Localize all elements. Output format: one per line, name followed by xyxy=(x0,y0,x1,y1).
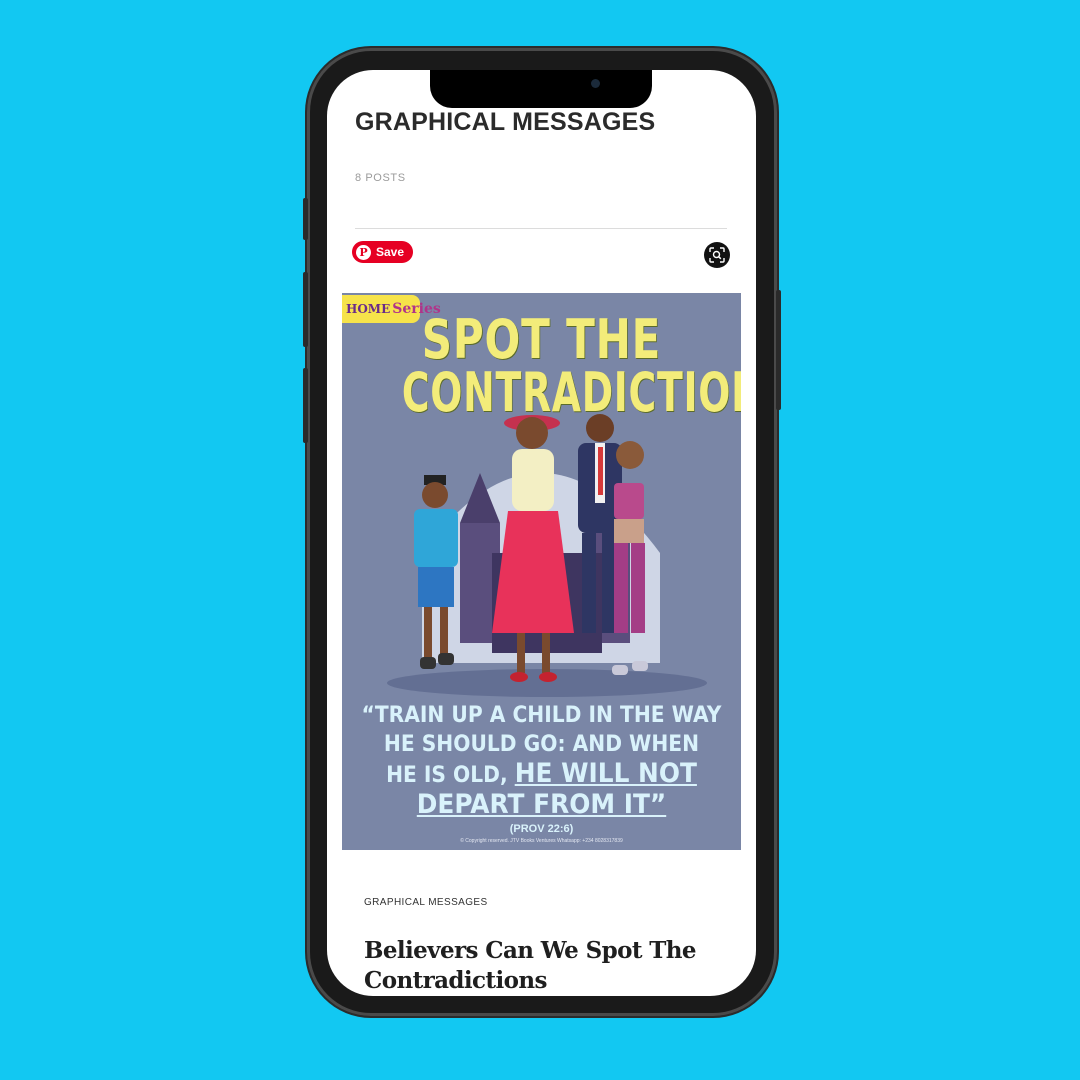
pinterest-icon: P xyxy=(356,244,371,260)
bible-reference: (PROV 22:6) xyxy=(509,823,574,835)
quote-line2: HE SHOULD GO: AND WHEN xyxy=(383,732,700,757)
quote-line4: DEPART FROM IT” xyxy=(416,789,667,820)
notch xyxy=(430,70,652,108)
post-image-poster[interactable]: HOME Series SPOT THE CONTRADICTIONS xyxy=(342,293,741,850)
poster-copyright: © Copyright reserved. JTV Books Ventures… xyxy=(460,838,623,844)
quote-line1: “TRAIN UP A CHILD IN THE WAY xyxy=(361,703,722,728)
save-label: Save xyxy=(376,245,405,259)
power-button xyxy=(776,290,781,410)
page-title: GRAPHICAL MESSAGES xyxy=(355,108,656,136)
mute-switch xyxy=(303,198,308,240)
quote-line3a: HE IS OLD, xyxy=(386,763,515,788)
divider xyxy=(355,228,727,229)
pinterest-save-button[interactable]: P Save xyxy=(352,241,414,263)
post-title-link[interactable]: Believers Can We Spot The Contradictions xyxy=(364,936,724,996)
quote-line3b: HE WILL NOT xyxy=(514,758,697,789)
post-category-link[interactable]: GRAPHICAL MESSAGES xyxy=(364,897,488,908)
poster-quote: “TRAIN UP A CHILD IN THE WAY HE SHOULD G… xyxy=(358,701,725,819)
lens-search-icon[interactable] xyxy=(704,242,730,268)
family-illustration xyxy=(387,414,707,697)
volume-down-button xyxy=(303,368,308,443)
quote-line3: HE IS OLD, HE WILL NOT xyxy=(358,759,725,790)
phone-screen: GRAPHICAL MESSAGES 8 POSTS P Save HOME S… xyxy=(327,70,756,996)
poster-title-line1: SPOT THE xyxy=(421,308,662,371)
volume-up-button xyxy=(303,272,308,347)
series-tag-home: HOME xyxy=(346,302,391,316)
post-count: 8 POSTS xyxy=(355,172,406,184)
front-camera xyxy=(591,79,600,88)
